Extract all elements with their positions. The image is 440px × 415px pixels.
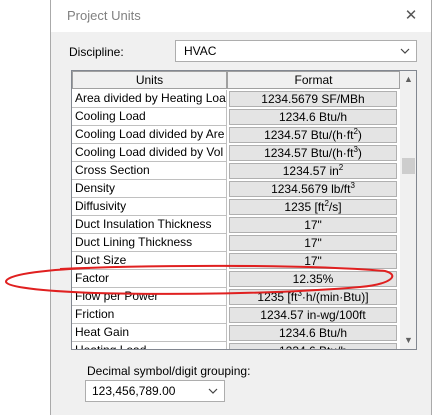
unit-name-cell: Area divided by Heating Loa [72, 90, 227, 108]
format-text: 1234.6 Btu/h [279, 344, 347, 349]
close-icon[interactable]: ✕ [401, 6, 421, 26]
table-row[interactable]: Factor 12.35% [72, 270, 400, 288]
format-text: 1234.5679 lb/ft [271, 182, 351, 196]
format-button[interactable]: 17" [229, 253, 397, 269]
unit-name-cell: Friction [72, 306, 227, 324]
units-table: Units Format Area divided by Heating Loa… [71, 70, 417, 350]
format-suffix: ) [357, 128, 362, 142]
decimal-symbol-select[interactable]: 123,456,789.00 [85, 380, 225, 402]
unit-name-cell: Cooling Load divided by Are [72, 126, 227, 144]
scroll-thumb[interactable] [402, 158, 415, 174]
project-units-dialog: Project Units ✕ Discipline: HVAC Units F… [50, 0, 432, 415]
unit-name-cell: Factor [72, 270, 227, 288]
discipline-select[interactable]: HVAC [175, 40, 417, 62]
format-button[interactable]: 1234.57 in2 [229, 163, 397, 179]
table-row[interactable]: Duct Size 17" [72, 252, 400, 270]
chevron-down-icon [208, 388, 218, 394]
column-header-units[interactable]: Units [72, 71, 227, 89]
table-row[interactable]: Heating Load 1234.6 Btu/h [72, 342, 400, 349]
format-button[interactable]: 1234.6 Btu/h [229, 343, 397, 349]
format-button[interactable]: 1234.6 Btu/h [229, 325, 397, 341]
unit-name-cell: Cooling Load divided by Vol [72, 144, 227, 162]
discipline-label: Discipline: [69, 45, 124, 59]
format-suffix: ) [357, 146, 362, 160]
format-text: 17" [304, 254, 322, 268]
unit-name-cell: Duct Size [72, 252, 227, 270]
decimal-symbol-value: 123,456,789.00 [92, 384, 176, 398]
table-row[interactable]: Cross Section 1234.57 in2 [72, 162, 400, 180]
format-button[interactable]: 1234.57 Btu/(h·ft2) [229, 127, 397, 143]
format-suffix: ·h/(min·Btu)] [301, 290, 369, 304]
table-row[interactable]: Flow per Power 1235 [ft3·h/(min·Btu)] [72, 288, 400, 306]
title-bar: Project Units ✕ [51, 0, 431, 32]
format-button[interactable]: 1234.57 Btu/(h·ft3) [229, 145, 397, 161]
format-text: 1234.57 in [282, 164, 339, 178]
unit-name-cell: Cooling Load [72, 108, 227, 126]
format-button[interactable]: 1234.5679 lb/ft3 [229, 181, 397, 197]
unit-name-cell: Heating Load [72, 342, 227, 349]
dialog-title: Project Units [67, 8, 141, 23]
format-button[interactable]: 1235 [ft2/s] [229, 199, 397, 215]
unit-name-cell: Density [72, 180, 227, 198]
format-button[interactable]: 1234.6 Btu/h [229, 109, 397, 125]
table-row[interactable]: Diffusivity 1235 [ft2/s] [72, 198, 400, 216]
vertical-scrollbar[interactable]: ▲ ▼ [400, 71, 416, 349]
table-row[interactable]: Cooling Load divided by Are 1234.57 Btu/(… [72, 126, 400, 144]
format-superscript: 3 [350, 181, 355, 190]
unit-name-cell: Flow per Power [72, 288, 227, 306]
discipline-value: HVAC [184, 44, 217, 58]
column-header-format[interactable]: Format [227, 71, 400, 89]
unit-name-cell: Cross Section [72, 162, 227, 180]
table-row[interactable]: Cooling Load 1234.6 Btu/h [72, 108, 400, 126]
format-text: 1234.57 Btu/(h·ft [264, 128, 354, 142]
format-button[interactable]: 17" [229, 217, 397, 233]
table-row[interactable]: Duct Insulation Thickness 17" [72, 216, 400, 234]
format-button[interactable]: 17" [229, 235, 397, 251]
unit-name-cell: Duct Lining Thickness [72, 234, 227, 252]
decimal-symbol-label: Decimal symbol/digit grouping: [87, 364, 251, 378]
format-text: 17" [304, 236, 322, 250]
format-button[interactable]: 1234.57 in-wg/100ft [229, 307, 397, 323]
format-text: 12.35% [292, 272, 334, 286]
format-button[interactable]: 1234.5679 SF/MBh [229, 91, 397, 107]
unit-name-cell: Heat Gain [72, 324, 227, 342]
table-row[interactable]: Heat Gain 1234.6 Btu/h [72, 324, 400, 342]
format-button[interactable]: 12.35% [229, 271, 397, 287]
table-row[interactable]: Friction 1234.57 in-wg/100ft [72, 306, 400, 324]
format-text: 1234.57 in-wg/100ft [260, 308, 366, 322]
format-text: 1234.57 Btu/(h·ft [264, 146, 354, 160]
scroll-up-icon[interactable]: ▲ [400, 71, 416, 88]
chevron-down-icon [400, 48, 410, 54]
table-row[interactable]: Density 1234.5679 lb/ft3 [72, 180, 400, 198]
format-text: 1235 [ft [257, 290, 298, 304]
format-text: 17" [304, 218, 322, 232]
format-text: 1234.6 Btu/h [278, 326, 348, 340]
unit-name-cell: Diffusivity [72, 198, 227, 216]
format-text: 1234.5679 SF/MBh [261, 92, 365, 106]
format-text: 1234.6 Btu/h [278, 110, 348, 124]
format-suffix: /s] [328, 200, 342, 214]
scroll-down-icon[interactable]: ▼ [400, 332, 416, 349]
table-row[interactable]: Cooling Load divided by Vol 1234.57 Btu/(… [72, 144, 400, 162]
format-superscript: 2 [338, 163, 344, 172]
format-button[interactable]: 1235 [ft3·h/(min·Btu)] [229, 289, 397, 305]
unit-name-cell: Duct Insulation Thickness [72, 216, 227, 234]
format-text: 1235 [ft [284, 200, 325, 214]
table-row[interactable]: Duct Lining Thickness 17" [72, 234, 400, 252]
table-row[interactable]: Area divided by Heating Loa 1234.5679 SF/… [72, 90, 400, 108]
